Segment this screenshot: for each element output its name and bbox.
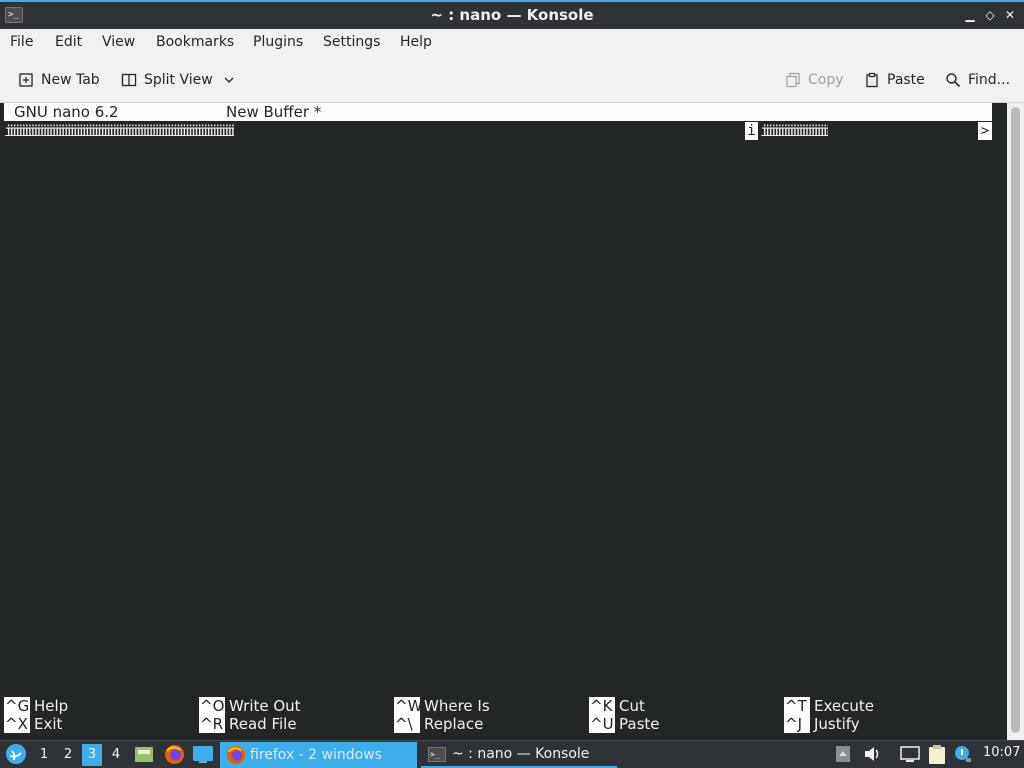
buffer-text-right: iiiiiiiiiiiiiiiiiiiiiiii (760, 122, 828, 140)
shortcut-label: Write Out (229, 697, 301, 715)
paste-label: Paste (887, 72, 925, 88)
menu-bar: File Edit View Bookmarks Plugins Setting… (0, 29, 1024, 57)
konsole-icon: >_ (428, 746, 446, 762)
window-title: ~ : nano — Konsole (430, 6, 594, 24)
toolbar: New Tab Split View Copy Paste Find... (0, 57, 1024, 103)
buffer-text-left: iiiiiiiiiiiiiiiiiiiiiiiiiiiiiiiiiiiiiiii… (4, 122, 234, 140)
nano-buffer-name: New Buffer * (226, 103, 322, 121)
shortcut-write-out: ^O Write Out (199, 697, 301, 715)
shortcut-key: ^J (784, 715, 810, 733)
desktop-switch-2[interactable]: 2 (58, 744, 78, 766)
maximize-icon[interactable]: ◇ (982, 7, 998, 23)
network-icon[interactable] (900, 746, 920, 763)
menu-settings[interactable]: Settings (323, 34, 380, 50)
shortcut-label: Help (34, 697, 69, 715)
copy-icon (786, 72, 800, 88)
shortcut-key: ^X (4, 715, 30, 733)
copy-label: Copy (808, 72, 844, 88)
paste-icon (866, 72, 878, 88)
shortcut-read-file: ^R Read File (199, 715, 297, 733)
text-cursor: i (745, 122, 758, 140)
nano-version: GNU nano 6.2 (14, 103, 119, 121)
shortcut-justify: ^J Justify (784, 715, 860, 733)
shortcut-cut: ^K Cut (589, 697, 645, 715)
shortcut-label: Paste (619, 715, 660, 733)
desktop-switch-1[interactable]: 1 (34, 744, 54, 766)
shortcut-label: Exit (34, 715, 63, 733)
split-view-label: Split View (144, 72, 213, 88)
find-label: Find... (968, 72, 1011, 88)
desktop-switch-4[interactable]: 4 (106, 744, 126, 766)
lubuntu-menu-icon[interactable] (5, 743, 27, 765)
new-tab-label: New Tab (41, 72, 100, 88)
shortcut-key: ^G (4, 697, 30, 715)
shortcut-key: ^R (199, 715, 225, 733)
desktop-switch-3[interactable]: 3 (82, 744, 102, 766)
paste-button[interactable]: Paste (864, 70, 925, 90)
menu-plugins[interactable]: Plugins (253, 34, 303, 50)
clock[interactable]: 10:07 (983, 745, 1020, 760)
new-tab-icon (19, 73, 33, 87)
terminal-view[interactable] (0, 103, 1007, 740)
shortcut-key: ^W (394, 697, 423, 715)
chevron-down-icon (224, 77, 234, 83)
shortcut-key: ^U (589, 715, 615, 733)
copy-button[interactable]: Copy (785, 70, 844, 90)
minimize-icon[interactable]: ▁ (962, 7, 978, 23)
shortcut-exit: ^X Exit (4, 715, 62, 733)
shortcut-label: Where Is (424, 697, 490, 715)
terminal-scrollbar[interactable] (1007, 103, 1024, 740)
scrollbar-thumb[interactable] (1011, 107, 1020, 733)
file-manager-launcher-icon[interactable] (134, 744, 154, 764)
menu-bookmarks[interactable]: Bookmarks (156, 34, 234, 50)
menu-help[interactable]: Help (400, 34, 432, 50)
task-label: firefox - 2 windows (250, 747, 382, 763)
close-icon[interactable]: ✕ (1002, 7, 1018, 23)
taskbar: 1 2 3 4 firefox - 2 windows >_ ~ : nano … (0, 740, 1024, 768)
nano-title-bar: GNU nano 6.2 New Buffer * (4, 103, 992, 121)
shortcut-key: ^T (784, 697, 810, 715)
shortcut-label: Read File (229, 715, 297, 733)
volume-icon[interactable] (863, 746, 881, 762)
taskbar-task-firefox[interactable]: firefox - 2 windows (220, 742, 417, 768)
shortcut-label: Cut (619, 697, 645, 715)
taskbar-task-konsole[interactable]: >_ ~ : nano — Konsole (421, 742, 617, 768)
find-button[interactable]: Find... (945, 70, 1010, 90)
shortcut-paste: ^U Paste (589, 715, 660, 733)
shortcut-key: ^K (589, 697, 615, 715)
task-label: ~ : nano — Konsole (452, 746, 590, 762)
clipboard-icon[interactable] (928, 744, 946, 765)
shortcut-execute: ^T Execute (784, 697, 874, 715)
shortcut-where-is: ^W Where Is (394, 697, 490, 715)
firefox-icon (226, 745, 246, 765)
menu-view[interactable]: View (102, 34, 135, 50)
line-continuation-indicator: > (978, 122, 992, 140)
shortcut-label: Execute (814, 697, 874, 715)
shortcut-label: Replace (424, 715, 484, 733)
tray-arrow-icon[interactable] (835, 745, 851, 763)
split-view-button[interactable]: Split View (121, 70, 242, 90)
new-tab-button[interactable]: New Tab (18, 70, 100, 90)
window-titlebar[interactable]: >_ ~ : nano — Konsole ▁ ◇ ✕ (0, 0, 1024, 29)
shortcut-label: Justify (814, 715, 860, 733)
show-desktop-icon[interactable] (192, 745, 214, 764)
shortcut-help: ^G Help (4, 697, 68, 715)
firefox-launcher-icon[interactable] (164, 744, 185, 765)
split-view-icon (121, 73, 137, 87)
menu-edit[interactable]: Edit (55, 34, 82, 50)
menu-file[interactable]: File (10, 34, 33, 50)
shortcut-replace: ^\ Replace (394, 715, 483, 733)
notification-icon[interactable] (954, 745, 972, 763)
shortcut-key: ^\ (394, 715, 420, 733)
shortcut-key: ^O (199, 697, 225, 715)
search-icon (946, 73, 961, 88)
